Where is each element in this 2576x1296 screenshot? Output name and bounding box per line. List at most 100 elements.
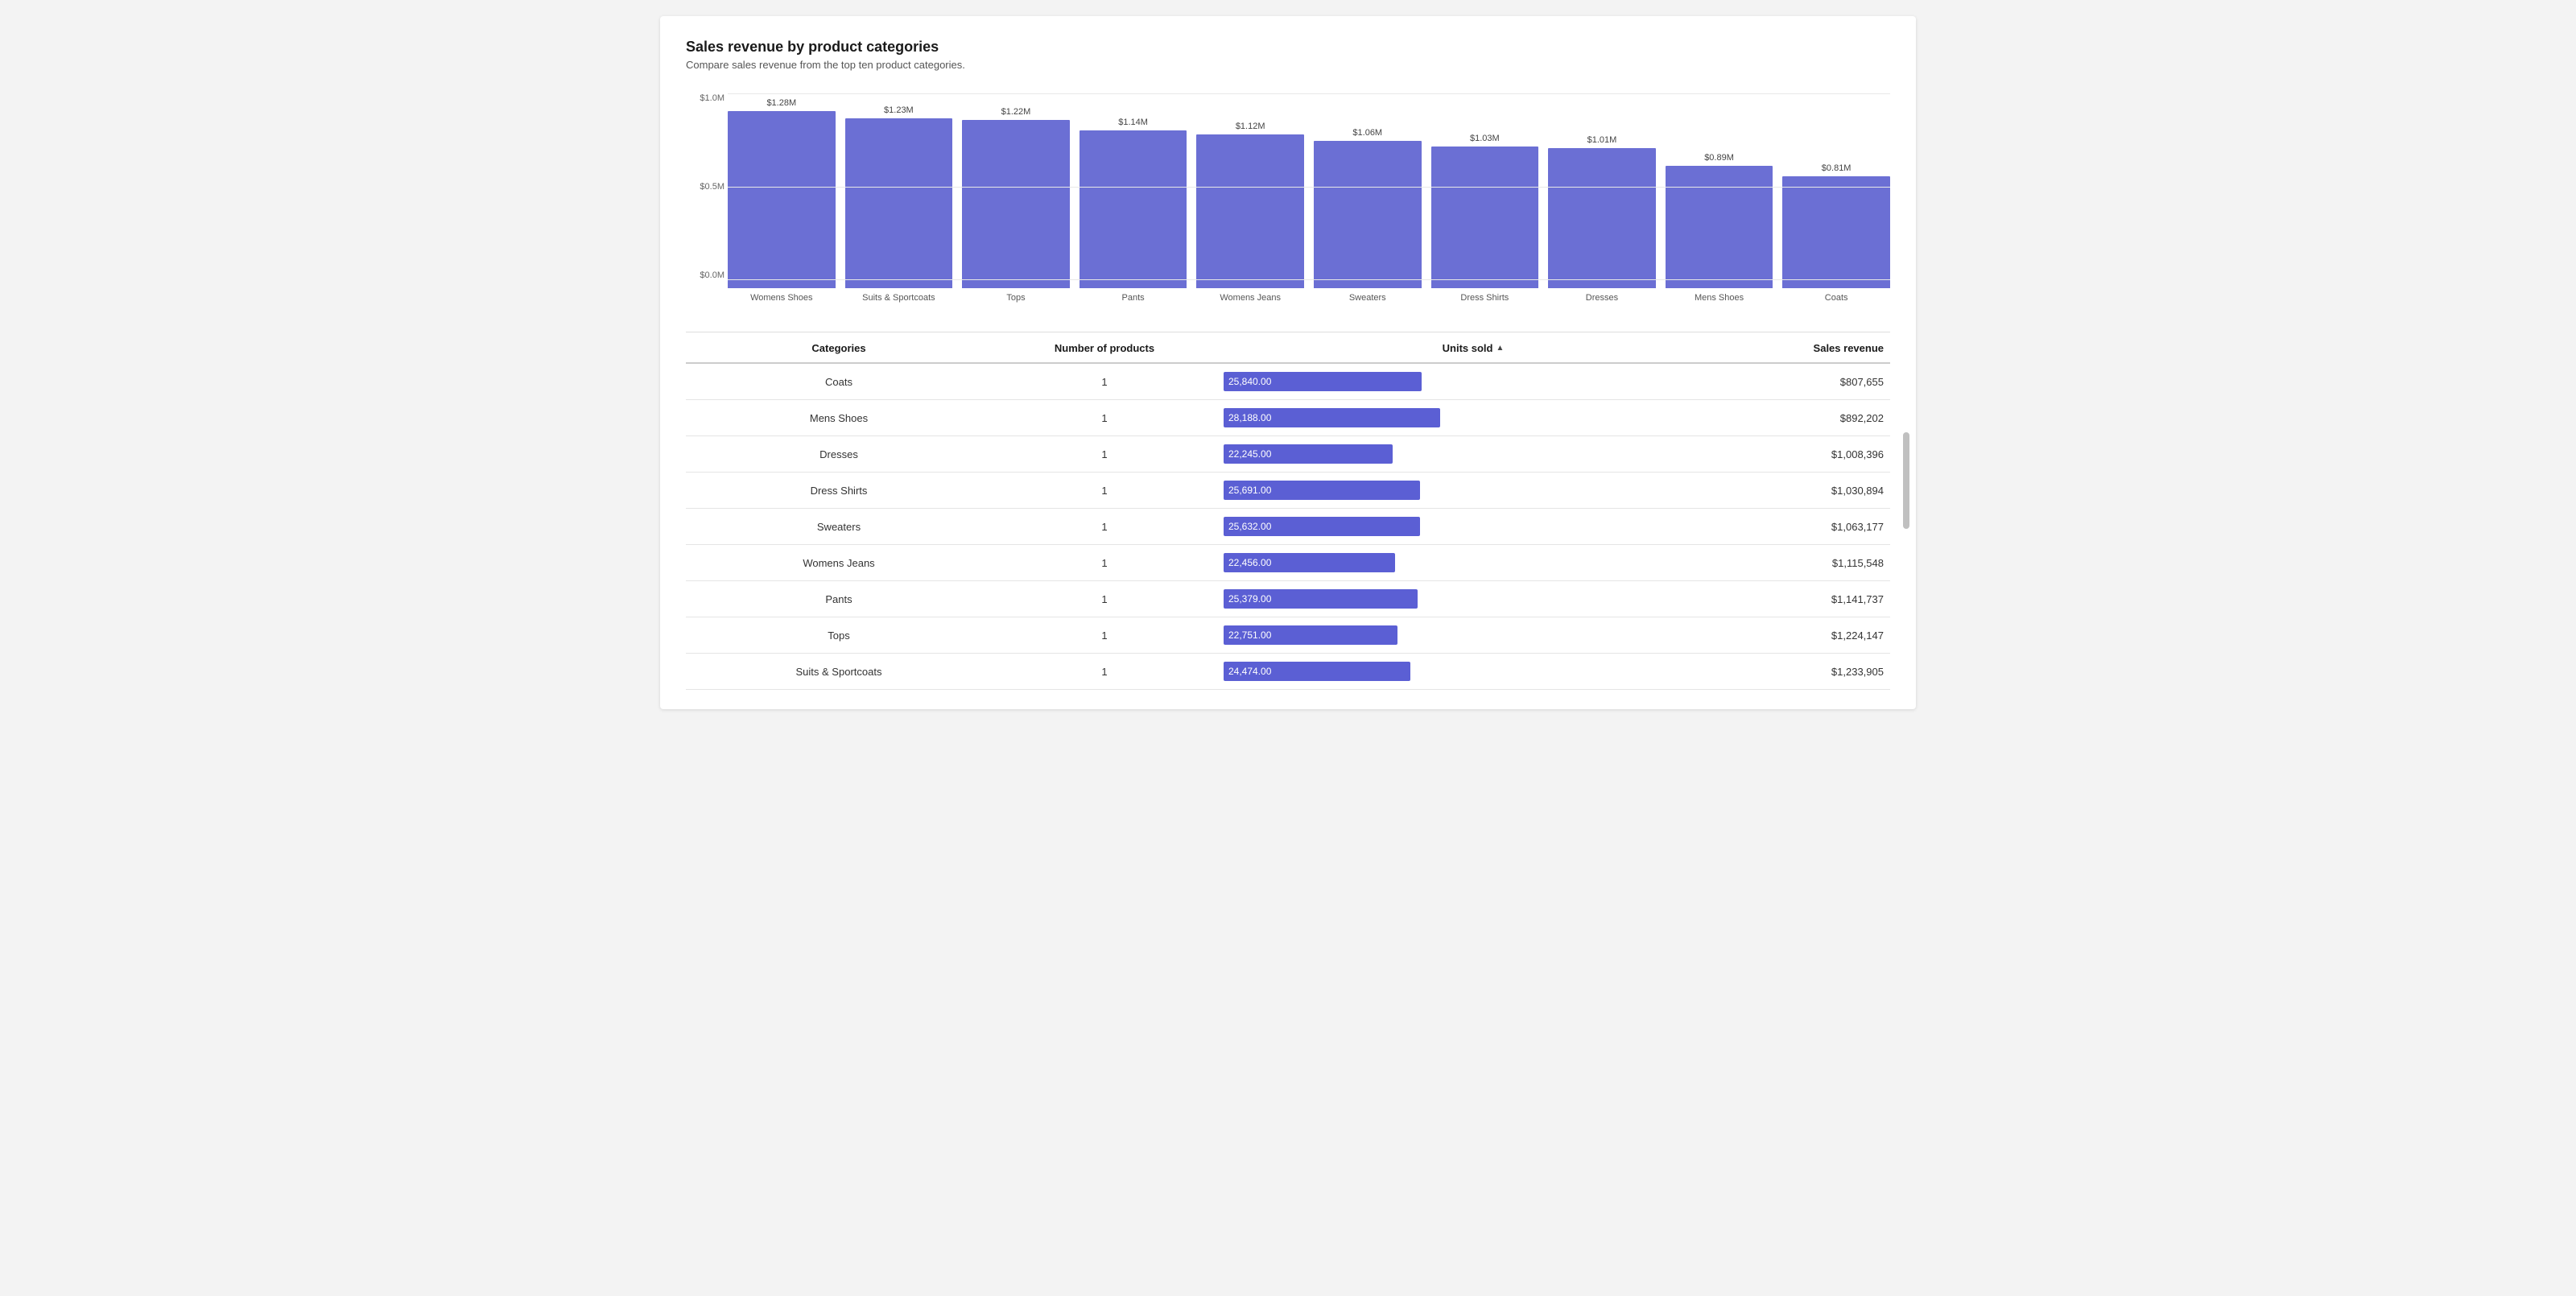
units-bar-label-3: 25,691.00 <box>1224 485 1271 496</box>
td-products-7: 1 <box>992 629 1217 642</box>
bar-cat-label-9: Coats <box>1825 293 1848 303</box>
td-products-5: 1 <box>992 557 1217 569</box>
table-row: Dresses1 22,245.00 $1,008,396 <box>686 436 1890 473</box>
bar-value-6: $1.03M <box>1470 134 1500 143</box>
td-category-6: Pants <box>686 593 992 605</box>
bar-rect-9 <box>1782 176 1890 288</box>
y-label-05m: $0.5M <box>700 182 724 192</box>
scrollbar[interactable] <box>1903 432 1909 529</box>
units-bar-label-5: 22,456.00 <box>1224 557 1271 568</box>
bar-chart: $1.0M $0.5M $0.0M $1.28MWomens Shoes$1.2… <box>686 93 1890 303</box>
bar-value-5: $1.06M <box>1352 128 1382 138</box>
td-category-0: Coats <box>686 376 992 388</box>
units-bar-label-8: 24,474.00 <box>1224 666 1271 677</box>
bar-cat-label-5: Sweaters <box>1349 293 1386 303</box>
bar-col-9: $0.81M Coats <box>1782 163 1890 303</box>
table-body: Coats1 25,840.00 $807,655Mens Shoes1 28,… <box>686 364 1890 690</box>
bar-value-2: $1.22M <box>1001 107 1031 117</box>
td-category-3: Dress Shirts <box>686 485 992 497</box>
th-units[interactable]: Units sold ▲ <box>1217 342 1729 354</box>
bar-col-2: $1.22M Tops <box>962 107 1070 303</box>
data-table: Categories Number of products Units sold… <box>686 332 1890 690</box>
td-units-8: 24,474.00 <box>1217 662 1729 681</box>
bar-value-8: $0.89M <box>1704 153 1734 163</box>
units-bar-bg-2: 22,245.00 <box>1224 444 1449 464</box>
table-row: Suits & Sportcoats1 24,474.00 $1,233,905 <box>686 654 1890 690</box>
td-revenue-1: $892,202 <box>1729 412 1890 424</box>
td-category-7: Tops <box>686 629 992 642</box>
bar-col-8: $0.89M Mens Shoes <box>1666 153 1773 303</box>
chart-body: $1.28MWomens Shoes $1.23M Suits & Sportcoa… <box>728 93 1890 303</box>
th-revenue: Sales revenue <box>1729 342 1890 354</box>
units-bar-label-7: 22,751.00 <box>1224 629 1271 641</box>
bar-value-7: $1.01M <box>1587 135 1617 145</box>
bar-rect-7 <box>1548 148 1656 288</box>
td-units-4: 25,632.00 <box>1217 517 1729 536</box>
units-bar-label-6: 25,379.00 <box>1224 593 1271 605</box>
units-bar-bg-7: 22,751.00 <box>1224 625 1449 645</box>
units-bar-bg-5: 22,456.00 <box>1224 553 1449 572</box>
main-card: Sales revenue by product categories Comp… <box>660 16 1916 709</box>
th-categories: Categories <box>686 342 992 354</box>
table-row: Dress Shirts1 25,691.00 $1,030,894 <box>686 473 1890 509</box>
bar-value-9: $0.81M <box>1822 163 1852 173</box>
bar-rect-0 <box>728 111 836 288</box>
td-products-2: 1 <box>992 448 1217 460</box>
table-row: Womens Jeans1 22,456.00 $1,115,548 <box>686 545 1890 581</box>
y-label-1m: $1.0M <box>700 93 724 103</box>
td-products-6: 1 <box>992 593 1217 605</box>
td-units-2: 22,245.00 <box>1217 444 1729 464</box>
bar-value-3: $1.14M <box>1118 118 1148 127</box>
units-bar-bg-1: 28,188.00 <box>1224 408 1449 427</box>
page-title: Sales revenue by product categories <box>686 39 1890 56</box>
td-category-5: Womens Jeans <box>686 557 992 569</box>
bar-col-7: $1.01M Dresses <box>1548 135 1656 303</box>
y-label-0m: $0.0M <box>700 270 724 280</box>
td-units-3: 25,691.00 <box>1217 481 1729 500</box>
td-revenue-2: $1,008,396 <box>1729 448 1890 460</box>
td-category-4: Sweaters <box>686 521 992 533</box>
bar-value-1: $1.23M <box>884 105 914 115</box>
bar-cat-label-4: Womens Jeans <box>1220 293 1281 303</box>
table-row: Tops1 22,751.00 $1,224,147 <box>686 617 1890 654</box>
bar-value-4: $1.12M <box>1236 122 1265 131</box>
sort-arrow-icon: ▲ <box>1496 344 1504 353</box>
bar-rect-8 <box>1666 166 1773 288</box>
td-revenue-5: $1,115,548 <box>1729 557 1890 569</box>
bar-rect-1 <box>845 118 953 288</box>
td-revenue-7: $1,224,147 <box>1729 629 1890 642</box>
table-row: Sweaters1 25,632.00 $1,063,177 <box>686 509 1890 545</box>
bar-rect-3 <box>1080 130 1187 288</box>
td-units-5: 22,456.00 <box>1217 553 1729 572</box>
td-products-3: 1 <box>992 485 1217 497</box>
td-units-7: 22,751.00 <box>1217 625 1729 645</box>
bar-cat-label-1: Suits & Sportcoats <box>862 293 935 303</box>
td-products-4: 1 <box>992 521 1217 533</box>
units-bar-label-2: 22,245.00 <box>1224 448 1271 460</box>
td-products-0: 1 <box>992 376 1217 388</box>
bar-cat-label-7: Dresses <box>1586 293 1618 303</box>
table-row: Coats1 25,840.00 $807,655 <box>686 364 1890 400</box>
bar-cat-label-8: Mens Shoes <box>1695 293 1744 303</box>
bar-rect-5 <box>1314 141 1422 288</box>
bar-col-5: $1.06M Sweaters <box>1314 128 1422 303</box>
bar-rect-2 <box>962 120 1070 288</box>
units-bar-bg-3: 25,691.00 <box>1224 481 1449 500</box>
bar-col-0: $1.28MWomens Shoes <box>728 98 836 303</box>
bar-col-1: $1.23M Suits & Sportcoats <box>845 105 953 303</box>
bar-cat-label-6: Dress Shirts <box>1460 293 1509 303</box>
bar-col-6: $1.03M Dress Shirts <box>1431 134 1539 303</box>
td-revenue-3: $1,030,894 <box>1729 485 1890 497</box>
units-bar-bg-6: 25,379.00 <box>1224 589 1449 609</box>
units-bar-bg-0: 25,840.00 <box>1224 372 1449 391</box>
table-row: Mens Shoes1 28,188.00 $892,202 <box>686 400 1890 436</box>
td-revenue-6: $1,141,737 <box>1729 593 1890 605</box>
table-header: Categories Number of products Units sold… <box>686 332 1890 364</box>
units-bar-label-4: 25,632.00 <box>1224 521 1271 532</box>
td-units-6: 25,379.00 <box>1217 589 1729 609</box>
td-category-2: Dresses <box>686 448 992 460</box>
td-revenue-0: $807,655 <box>1729 376 1890 388</box>
bar-rect-6 <box>1431 147 1539 288</box>
bar-cat-label-2: Tops <box>1006 293 1025 303</box>
units-bar-bg-8: 24,474.00 <box>1224 662 1449 681</box>
